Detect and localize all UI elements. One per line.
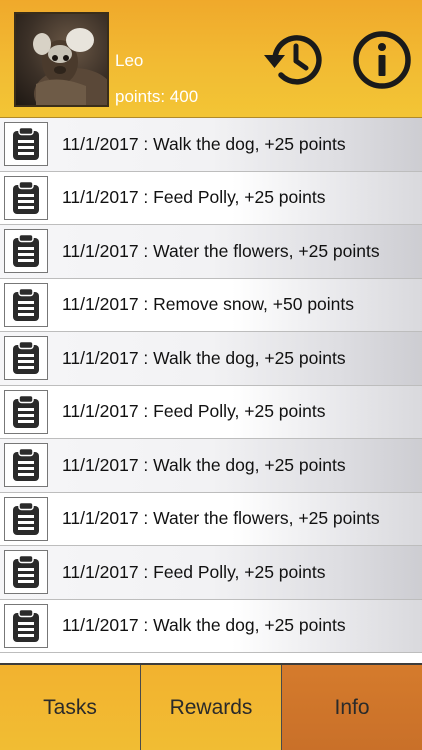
clipboard-icon — [13, 180, 39, 214]
list-item[interactable]: 11/1/2017 : Feed Polly, +25 points — [0, 171, 422, 225]
clipboard-button[interactable] — [4, 282, 48, 327]
clipboard-icon — [13, 608, 39, 642]
clipboard-button[interactable] — [4, 229, 48, 274]
clipboard-button[interactable] — [4, 496, 48, 541]
bottom-tab-bar: Tasks Rewards Info — [0, 663, 422, 750]
user-name: Leo — [115, 51, 144, 70]
history-button[interactable] — [261, 28, 325, 92]
clipboard-icon — [13, 234, 39, 268]
list-item[interactable]: 11/1/2017 : Feed Polly, +25 points — [0, 546, 422, 600]
tab-tasks[interactable]: Tasks — [0, 665, 141, 750]
task-entry-text: 11/1/2017 : Feed Polly, +25 points — [62, 187, 326, 208]
info-icon — [353, 31, 411, 89]
info-button[interactable] — [350, 28, 414, 92]
list-item[interactable]: 11/1/2017 : Water the flowers, +25 point… — [0, 492, 422, 546]
history-icon — [264, 35, 322, 85]
task-entry-text: 11/1/2017 : Walk the dog, +25 points — [62, 133, 346, 154]
task-entry-text: 11/1/2017 : Feed Polly, +25 points — [62, 401, 326, 422]
clipboard-icon — [13, 501, 39, 535]
task-entry-text: 11/1/2017 : Feed Polly, +25 points — [62, 561, 326, 582]
task-history-list[interactable]: 11/1/2017 : Walk the dog, +25 points 11/… — [0, 118, 422, 663]
list-item[interactable]: 11/1/2017 : Walk the dog, +25 points — [0, 118, 422, 172]
tab-info[interactable]: Info — [282, 665, 422, 750]
user-points: points: 400 — [115, 87, 199, 106]
clipboard-icon — [13, 127, 39, 161]
clipboard-icon — [13, 448, 39, 482]
tab-rewards[interactable]: Rewards — [141, 665, 282, 750]
list-item[interactable]: 11/1/2017 : Walk the dog, +25 points — [0, 439, 422, 493]
list-item[interactable]: 11/1/2017 : Walk the dog, +25 points — [0, 599, 422, 653]
clipboard-icon — [13, 287, 39, 321]
list-item[interactable]: 11/1/2017 : Feed Polly, +25 points — [0, 385, 422, 439]
list-item[interactable]: 11/1/2017 : Water the flowers, +25 point… — [0, 225, 422, 279]
clipboard-button[interactable] — [4, 336, 48, 381]
avatar-image — [33, 28, 107, 105]
task-entry-text: 11/1/2017 : Water the flowers, +25 point… — [62, 240, 380, 261]
clipboard-icon — [13, 341, 39, 375]
task-entry-text: 11/1/2017 : Walk the dog, +25 points — [62, 615, 346, 636]
list-item[interactable]: 11/1/2017 : Remove snow, +50 points — [0, 278, 422, 332]
list-item[interactable]: 11/1/2017 : Walk the dog, +25 points — [0, 332, 422, 386]
clipboard-button[interactable] — [4, 550, 48, 595]
clipboard-button[interactable] — [4, 443, 48, 488]
task-entry-text: 11/1/2017 : Remove snow, +50 points — [62, 294, 355, 315]
avatar[interactable] — [14, 12, 109, 107]
task-entry-text: 11/1/2017 : Walk the dog, +25 points — [62, 347, 346, 368]
clipboard-button[interactable] — [4, 389, 48, 434]
task-entry-text: 11/1/2017 : Water the flowers, +25 point… — [62, 508, 380, 529]
app-header: Leo points: 400 — [0, 0, 422, 118]
clipboard-button[interactable] — [4, 122, 48, 167]
task-entry-text: 11/1/2017 : Walk the dog, +25 points — [62, 454, 346, 475]
clipboard-button[interactable] — [4, 603, 48, 648]
clipboard-icon — [13, 394, 39, 428]
clipboard-button[interactable] — [4, 175, 48, 220]
clipboard-icon — [13, 555, 39, 589]
